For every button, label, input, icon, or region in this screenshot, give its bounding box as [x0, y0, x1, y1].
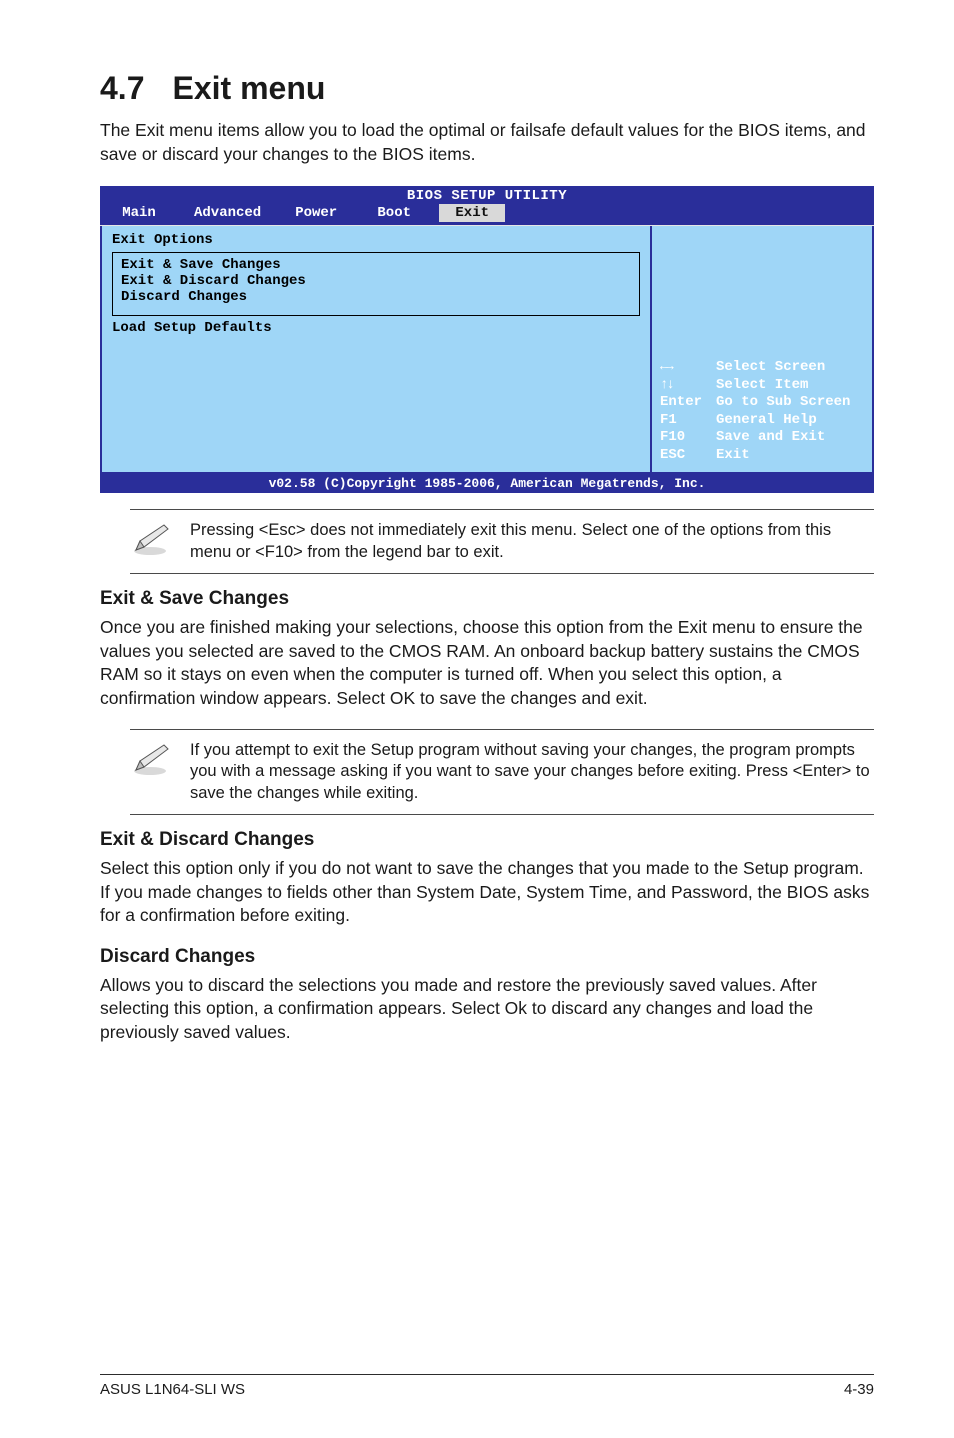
bios-item-load-defaults[interactable]: Load Setup Defaults [112, 320, 640, 336]
bios-body: Exit Options Exit & Save Changes Exit & … [100, 226, 874, 474]
note-text-1: Pressing <Esc> does not immediately exit… [190, 520, 874, 563]
legend-sub-screen: Go to Sub Screen [716, 394, 850, 412]
arrows-ud-icon [660, 377, 716, 395]
bios-legend: Select Screen Select Item EnterGo to Sub… [660, 359, 864, 464]
legend-key-enter: Enter [660, 394, 716, 412]
bios-item-exit-discard[interactable]: Exit & Discard Changes [121, 273, 631, 289]
bios-tab-power[interactable]: Power [283, 204, 349, 222]
legend-key-f10: F10 [660, 429, 716, 447]
legend-key-f1: F1 [660, 412, 716, 430]
section-title-text: Exit menu [172, 70, 325, 106]
bios-tab-main[interactable]: Main [106, 204, 172, 222]
pencil-icon [130, 522, 170, 556]
note-callout-2: If you attempt to exit the Setup program… [130, 729, 874, 815]
bios-item-discard[interactable]: Discard Changes [121, 289, 631, 305]
lead-paragraph: The Exit menu items allow you to load th… [100, 119, 874, 166]
footer-right: 4-39 [844, 1381, 874, 1398]
bios-copyright: v02.58 (C)Copyright 1985-2006, American … [100, 474, 874, 493]
bios-section-heading: Exit Options [112, 232, 640, 248]
page-footer: ASUS L1N64-SLI WS 4-39 [100, 1374, 874, 1398]
body-discard: Allows you to discard the selections you… [100, 974, 874, 1045]
footer-left: ASUS L1N64-SLI WS [100, 1381, 245, 1398]
arrows-lr-icon [660, 359, 716, 377]
bios-tab-boot[interactable]: Boot [361, 204, 427, 222]
body-exit-discard: Select this option only if you do not wa… [100, 857, 874, 928]
subhead-discard: Discard Changes [100, 946, 874, 968]
bios-options-box: Exit & Save Changes Exit & Discard Chang… [112, 252, 640, 316]
bios-panel: BIOS SETUP UTILITY Main Advanced Power B… [100, 186, 874, 493]
section-number: 4.7 [100, 70, 144, 106]
legend-key-esc: ESC [660, 447, 716, 465]
legend-save-exit: Save and Exit [716, 429, 825, 447]
bios-tab-bar: Main Advanced Power Boot Exit [100, 204, 874, 226]
legend-select-item: Select Item [716, 377, 808, 395]
bios-tab-advanced[interactable]: Advanced [184, 204, 271, 222]
subhead-exit-save: Exit & Save Changes [100, 588, 874, 610]
note-callout-1: Pressing <Esc> does not immediately exit… [130, 509, 874, 574]
legend-select-screen: Select Screen [716, 359, 825, 377]
subhead-exit-discard: Exit & Discard Changes [100, 829, 874, 851]
legend-exit: Exit [716, 447, 750, 465]
body-exit-save: Once you are finished making your select… [100, 616, 874, 711]
bios-tab-exit[interactable]: Exit [439, 204, 505, 222]
bios-main-area: Exit Options Exit & Save Changes Exit & … [102, 226, 652, 472]
legend-general-help: General Help [716, 412, 817, 430]
note-text-2: If you attempt to exit the Setup program… [190, 740, 874, 804]
section-heading: 4.7 Exit menu [100, 70, 874, 107]
pencil-icon [130, 742, 170, 776]
bios-help-area: Select Screen Select Item EnterGo to Sub… [652, 226, 872, 472]
bios-title: BIOS SETUP UTILITY [100, 186, 874, 204]
bios-item-exit-save[interactable]: Exit & Save Changes [121, 257, 631, 273]
